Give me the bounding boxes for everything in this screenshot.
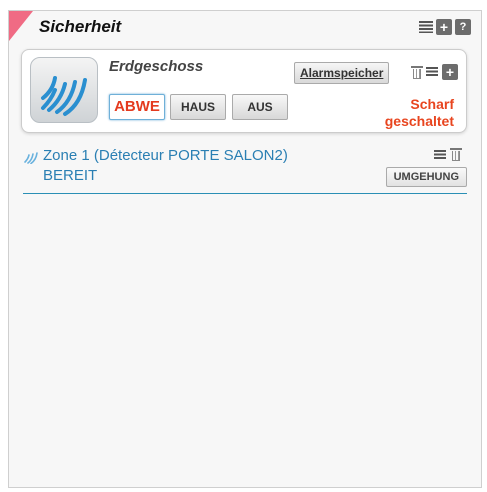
trash-icon[interactable] (411, 65, 423, 79)
mode-button-abwe[interactable]: ABWE (109, 94, 165, 120)
mode-button-aus[interactable]: AUS (232, 94, 288, 120)
alarm-signal-icon (30, 57, 98, 123)
device-card: Erdgeschoss Alarmspeicher + ABWE HAUS AU… (21, 49, 467, 133)
arm-status-text: Scharf geschaltet (384, 96, 454, 129)
bypass-button[interactable]: UMGEHUNG (385, 167, 467, 187)
panel-corner-accent (9, 11, 33, 41)
plus-icon[interactable]: + (436, 19, 452, 35)
panel-title: Sicherheit (39, 17, 122, 36)
plus-icon[interactable]: + (442, 64, 458, 80)
mode-button-haus[interactable]: HAUS (170, 94, 226, 120)
zone-signal-icon (23, 150, 39, 169)
alarm-memory-button[interactable]: Alarmspeicher (294, 62, 390, 84)
zone-actions (434, 148, 462, 161)
security-panel: Sicherheit + ? Erdgeschoss Alarmspeicher… (8, 10, 482, 488)
zone-row: Zone 1 (Détecteur PORTE SALON2) BEREIT U… (23, 145, 467, 194)
device-name: Erdgeschoss (109, 58, 204, 75)
help-icon[interactable]: ? (455, 19, 471, 35)
device-actions: + (411, 64, 458, 80)
panel-header-actions: + ? (419, 19, 471, 35)
list-icon[interactable] (434, 149, 446, 160)
zone-status: BEREIT (43, 167, 98, 184)
zone-name: Zone 1 (Détecteur PORTE SALON2) (43, 147, 288, 164)
list-icon[interactable] (419, 21, 433, 33)
trash-icon[interactable] (450, 148, 462, 161)
list-icon[interactable] (426, 67, 438, 77)
